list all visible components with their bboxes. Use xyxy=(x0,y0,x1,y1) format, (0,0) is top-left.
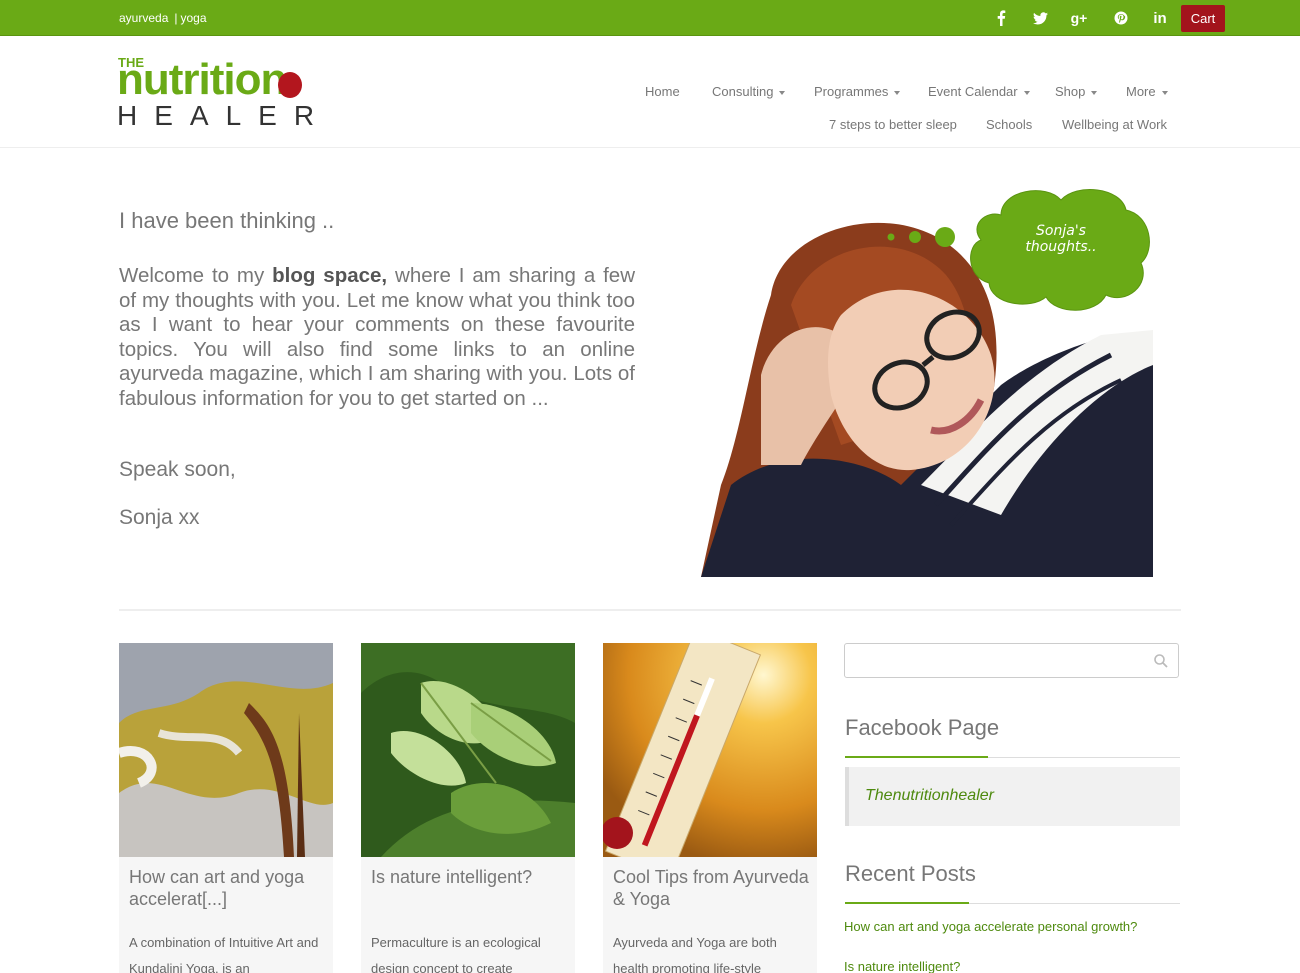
author-photo: Sonja's thoughts.. xyxy=(701,185,1153,577)
post-excerpt: Permaculture is an ecological design con… xyxy=(371,935,541,973)
intro-section: I have been thinking .. Welcome to my bl… xyxy=(119,208,635,529)
nav-programmes[interactable]: Programmes xyxy=(814,84,901,99)
sidebar-search xyxy=(844,643,1179,678)
nav-home-label: Home xyxy=(645,84,680,99)
facebook-heading-rule xyxy=(845,756,1180,758)
post-title[interactable]: How can art and yoga accelerat[...] xyxy=(129,866,327,910)
nav-event-calendar[interactable]: Event Calendar xyxy=(928,84,1030,99)
google-plus-icon[interactable]: g+ xyxy=(1068,8,1090,28)
nav-better-sleep-label: 7 steps to better sleep xyxy=(829,117,957,132)
pinterest-icon[interactable] xyxy=(1110,8,1132,28)
heading-accent xyxy=(845,756,988,758)
cart-button[interactable]: Cart xyxy=(1181,5,1225,32)
post-image-green-leaves[interactable] xyxy=(361,643,575,857)
post-title[interactable]: Is nature intelligent? xyxy=(371,866,569,888)
intro-signature: Sonja xx xyxy=(119,506,200,529)
facebook-heading: Facebook Page xyxy=(845,715,1000,740)
apple-icon xyxy=(278,72,302,98)
facebook-page-link[interactable]: Thenutritionhealer xyxy=(865,787,994,805)
top-link-separator: | xyxy=(174,11,178,25)
search-input[interactable] xyxy=(845,644,1145,677)
thought-bubble-text: Sonja's thoughts.. xyxy=(1025,223,1097,255)
post-excerpt: Ayurveda and Yoga are both health promot… xyxy=(613,935,777,973)
nav-schools[interactable]: Schools xyxy=(986,117,1032,132)
nav-schools-label: Schools xyxy=(986,117,1033,132)
nav-consulting-label: Consulting xyxy=(712,84,774,99)
search-icon[interactable] xyxy=(1153,653,1169,669)
nav-more[interactable]: More xyxy=(1126,84,1168,99)
nav-event-calendar-label: Event Calendar xyxy=(928,84,1018,99)
chevron-down-icon xyxy=(1091,90,1098,95)
top-link-yoga[interactable]: yoga xyxy=(181,11,207,25)
recent-posts-heading: Recent Posts xyxy=(845,861,976,886)
post-card[interactable]: How can art and yoga accelerat[...] A co… xyxy=(119,643,333,973)
recent-post-link[interactable]: Is nature intelligent? xyxy=(844,959,960,973)
intro-heading: I have been thinking .. xyxy=(119,208,335,233)
nav-better-sleep[interactable]: 7 steps to better sleep xyxy=(829,117,957,132)
logo-nutrition: nutrition xyxy=(117,55,287,104)
section-divider xyxy=(119,609,1181,611)
twitter-icon[interactable] xyxy=(1029,8,1051,28)
intro-closing: Speak soon, xyxy=(119,458,236,481)
google-plus-glyph: g+ xyxy=(1070,10,1088,26)
post-card[interactable]: Is nature intelligent? Permaculture is a… xyxy=(361,643,575,973)
post-image-thermometer-sun[interactable] xyxy=(603,643,817,857)
intro-body-bold: blog space, xyxy=(272,264,388,287)
linkedin-glyph: in xyxy=(1153,9,1167,27)
nav-wellbeing-at-work[interactable]: Wellbeing at Work xyxy=(1062,117,1167,132)
chevron-down-icon xyxy=(894,90,901,95)
post-image-abstract-painting[interactable] xyxy=(119,643,333,857)
recent-posts-rule xyxy=(845,902,1180,904)
intro-body: Welcome to my blog space, where I am sha… xyxy=(119,264,635,411)
post-card[interactable]: Cool Tips from Ayurveda & Yoga Ayurveda … xyxy=(603,643,817,973)
facebook-icon[interactable] xyxy=(990,8,1012,28)
post-excerpt: A combination of Intuitive Art and Kunda… xyxy=(129,935,319,973)
nav-shop-label: Shop xyxy=(1055,84,1086,99)
chevron-down-icon xyxy=(1161,90,1168,95)
nav-programmes-label: Programmes xyxy=(814,84,889,99)
top-links: ayurveda | yoga xyxy=(119,11,207,25)
facebook-widget: Thenutritionhealer xyxy=(845,767,1180,826)
nav-consulting[interactable]: Consulting xyxy=(712,84,786,99)
site-logo[interactable]: THE nutrition HEALER xyxy=(117,54,329,130)
post-title[interactable]: Cool Tips from Ayurveda & Yoga xyxy=(613,866,811,910)
nav-shop[interactable]: Shop xyxy=(1055,84,1098,99)
heading-accent xyxy=(845,902,969,904)
nav-more-label: More xyxy=(1126,84,1156,99)
nav-wellbeing-label: Wellbeing at Work xyxy=(1062,117,1168,132)
chevron-down-icon xyxy=(779,90,786,95)
recent-post-link[interactable]: How can art and yoga accelerate personal… xyxy=(844,919,1137,934)
top-link-ayurveda[interactable]: ayurveda xyxy=(119,11,168,25)
linkedin-icon[interactable]: in xyxy=(1149,8,1171,28)
chevron-down-icon xyxy=(1023,90,1030,95)
logo-healer: HEALER xyxy=(117,100,332,131)
intro-body-pre: Welcome to my xyxy=(119,264,273,287)
nav-home[interactable]: Home xyxy=(645,84,680,99)
top-bar: ayurveda | yoga g+ in Cart xyxy=(0,0,1300,36)
